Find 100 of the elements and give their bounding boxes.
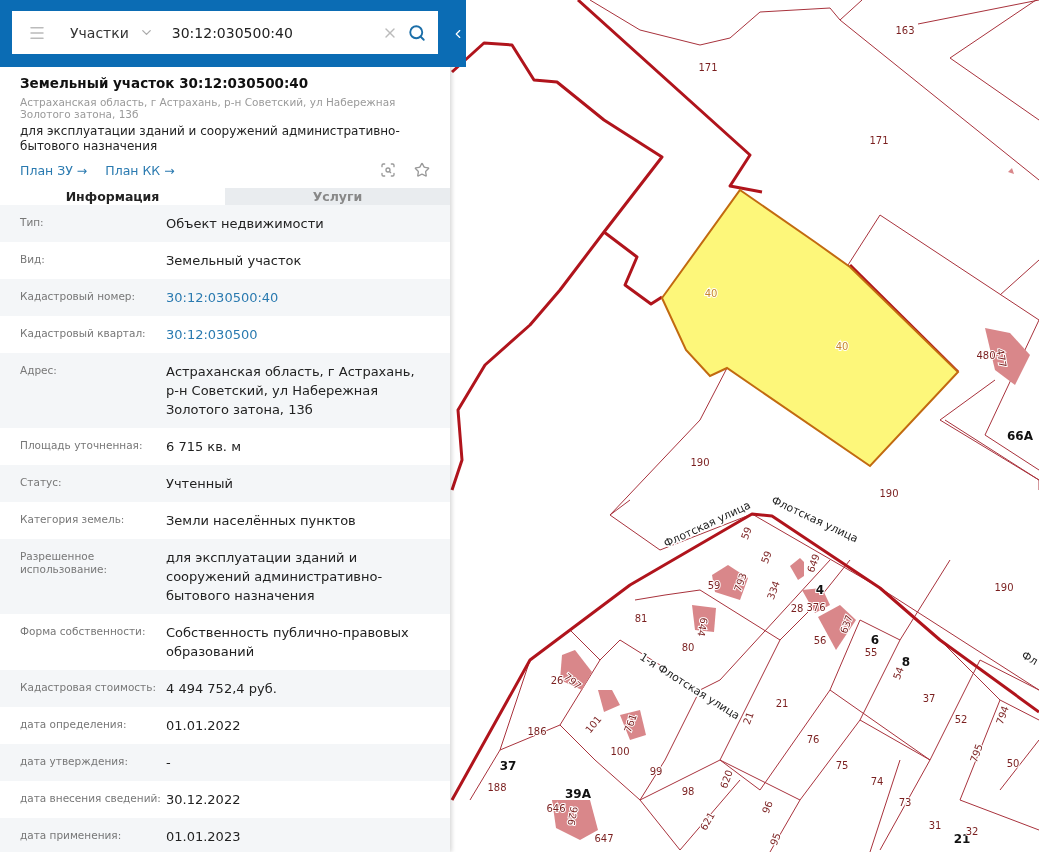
parcel-number: 480 (976, 350, 996, 361)
parcel-number: 21 (775, 698, 789, 709)
layer-select[interactable]: Участки (70, 24, 129, 41)
parcel-number: 171 (698, 62, 718, 73)
parcel-number: 190 (994, 582, 1014, 593)
house-number: 37 (499, 759, 517, 773)
map-search-icon[interactable] (380, 162, 396, 178)
star-icon[interactable] (414, 162, 430, 178)
house-number: 39А (565, 787, 591, 801)
search-icon[interactable] (408, 23, 426, 42)
field-value: 6 715 кв. м (166, 438, 242, 456)
parcel-number: 56 (813, 635, 827, 646)
parcel-purpose: для эксплуатации зданий и сооружений административно-бытового назначения (20, 124, 401, 154)
field-label: Категория земель: (20, 512, 126, 527)
parcel-number: 100 (610, 746, 630, 757)
field-label: дата применения: (20, 828, 123, 843)
parcel-number: 477 (994, 347, 1009, 369)
parcel-number: 163 (895, 25, 915, 36)
field-value: Объект недвижимости (166, 215, 325, 233)
parcel-number: 647 (594, 833, 614, 844)
field-label: дата определения: (20, 717, 128, 732)
parcel-number: 21 (741, 710, 756, 727)
parcel-number: 637 (838, 613, 855, 635)
street-label: Фл (1019, 648, 1039, 669)
parcel-number: 644 (695, 616, 710, 638)
field-label: Вид: (20, 252, 46, 267)
field-link[interactable]: 30:12:030500 (166, 325, 430, 344)
field-label: дата утверждения: (20, 754, 129, 769)
field-value: 30.12.2022 (166, 791, 242, 809)
house-number: 21 (953, 832, 971, 846)
parcel-number: 73 (898, 797, 912, 808)
field-label: Адрес: (20, 363, 58, 378)
parcel-number: 59 (759, 549, 774, 566)
field-label: Кадастровый квартал: (20, 326, 147, 341)
parcel-number: 59 (707, 580, 721, 591)
parcel-number: 80 (681, 642, 695, 653)
building (620, 710, 646, 740)
parcel-number: 76 (806, 734, 820, 745)
parcel-number: 188 (487, 782, 507, 793)
field-label: Кадастровый номер: (20, 289, 137, 304)
parcel-number: 620 (718, 768, 735, 790)
parcel-number: 52 (954, 714, 968, 725)
parcel-number: 795 (968, 742, 985, 764)
field-link[interactable]: 30:12:030500:40 (166, 288, 430, 307)
parcel-number: 96 (760, 799, 775, 816)
field-label: дата внесения сведений: (20, 791, 162, 806)
field-label: Площадь уточненная: (20, 438, 144, 453)
parcel-number: 794 (994, 704, 1011, 726)
parcel-number: 40 (704, 288, 718, 299)
parcel-number: 926 (565, 805, 580, 827)
parcel-number: 81 (634, 613, 648, 624)
field-value: Собственность публично-правовых образований (166, 624, 410, 661)
parcel-number: 95 (768, 831, 783, 848)
field-value: для эксплуатации зданий и сооружений административно-бытового назначения (166, 549, 384, 605)
parcel-number: 37 (922, 693, 936, 704)
parcel-number: 761 (622, 712, 639, 734)
field-label: Форма собственности: (20, 624, 147, 639)
tab[interactable]: Услуги (225, 188, 450, 205)
parcel-number: 190 (879, 488, 899, 499)
selected-parcel[interactable] (660, 188, 960, 468)
building (598, 690, 620, 712)
parcel-number: 649 (805, 552, 822, 574)
field-value: 01.01.2022 (166, 717, 242, 735)
parcel-number: 40 (835, 341, 849, 352)
parcel-number: 186 (527, 726, 547, 737)
field-value: 4 494 752,4 руб. (166, 680, 278, 698)
building (790, 558, 804, 580)
plan-link[interactable]: План ЗУ → (20, 162, 88, 178)
parcel-number: 28 (790, 603, 804, 614)
parcel-title: Земельный участок 30:12:030500:40 (20, 75, 310, 91)
field-value: - (166, 754, 172, 772)
parcel-number: 334 (765, 579, 782, 601)
parcel-number: 50 (1006, 758, 1020, 769)
field-value: Земли населённых пунктов (166, 512, 357, 530)
parcel-number: 31 (928, 820, 942, 831)
field-value: 01.01.2023 (166, 828, 242, 846)
field-label: Разрешенное использование: (20, 549, 109, 577)
parcel-number: 74 (870, 776, 884, 787)
field-value: Учтенный (166, 475, 234, 493)
house-number: 6 (870, 633, 880, 647)
parcel-number: 621 (697, 810, 717, 833)
field-label: Кадастровая стоимость: (20, 680, 157, 695)
field-value: Земельный участок (166, 252, 303, 270)
parcel-number: 171 (869, 135, 889, 146)
parcel-number: 793 (732, 571, 749, 593)
parcel-number: 190 (690, 457, 710, 468)
parcel-number: 98 (681, 786, 695, 797)
plan-link[interactable]: План КК → (105, 162, 175, 178)
field-label: Тип: (20, 215, 45, 230)
parcel-address: Астраханская область, г Астрахань, р-н Советский, ул Набережная Золотого затона, 13б (20, 96, 397, 120)
parcel-number: 55 (864, 647, 878, 658)
field-label: Статус: (20, 475, 63, 490)
parcel-number: 101 (583, 713, 604, 736)
building (1008, 168, 1014, 174)
parcel-number: 99 (649, 766, 663, 777)
house-number: 66А (1007, 429, 1033, 443)
parcel-number: 75 (835, 760, 849, 771)
field-value: Астраханская область, г Астрахань, р-н Советский, ул Набережная Золотого затона, 13б (166, 363, 416, 419)
parcel-number: 26 (550, 675, 564, 686)
parcel-number: 59 (739, 525, 754, 542)
